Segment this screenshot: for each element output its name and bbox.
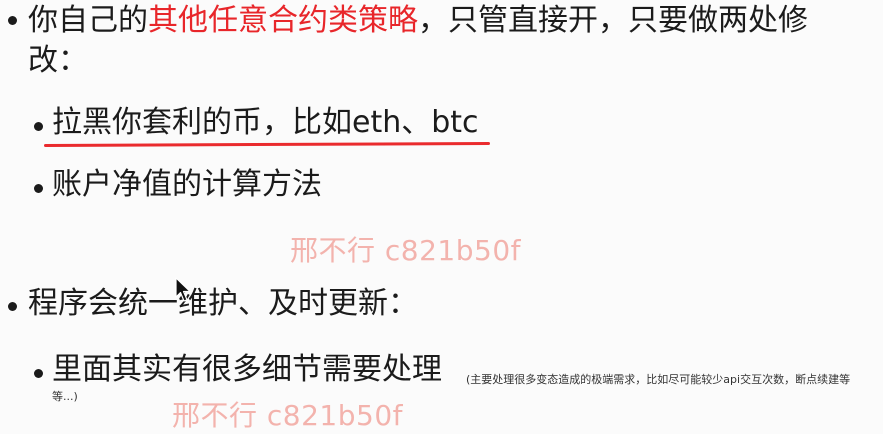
bullet-1-continuation: 改： [28, 43, 88, 78]
bullet-dot [34, 184, 43, 193]
slide: 你自己的其他任意合约类策略，只管直接开，只要做两处修 改： 拉黑你套利的币，比如… [0, 0, 883, 432]
bullet-1-highlight: 其他任意合约类策略 [148, 3, 418, 38]
mouse-cursor-icon [175, 277, 191, 302]
bullet-dot [8, 16, 17, 25]
sub-bullet-1a-text: 拉黑你套利的币，比如eth、btc [52, 105, 479, 140]
red-underline [43, 142, 491, 147]
watermark: 邢不行 c821b50f [290, 234, 521, 267]
bullet-1-text: 你自己的其他任意合约类策略，只管直接开，只要做两处修 [28, 4, 808, 38]
bullet-1-suffix: ，只管直接开，只要做两处修 [418, 3, 808, 38]
bullet-2-text: 程序会统一维护、及时更新： [28, 286, 418, 321]
sub-bullet-1b-text: 账户净值的计算方法 [52, 167, 322, 202]
bullet-dot [8, 302, 17, 311]
bullet-dot [34, 369, 43, 378]
sub-bullet-2a-note-cont: 等...) [52, 390, 78, 403]
watermark: 邢不行 c821b50f [172, 399, 403, 432]
sub-bullet-2a-note: (主要处理很多变态造成的极端需求，比如尽可能较少api交互次数，断点续建等 [466, 373, 851, 386]
sub-bullet-2a-text: 里面其实有很多细节需要处理 [52, 352, 442, 387]
bullet-dot [34, 122, 43, 131]
bullet-1-prefix: 你自己的 [28, 3, 148, 38]
